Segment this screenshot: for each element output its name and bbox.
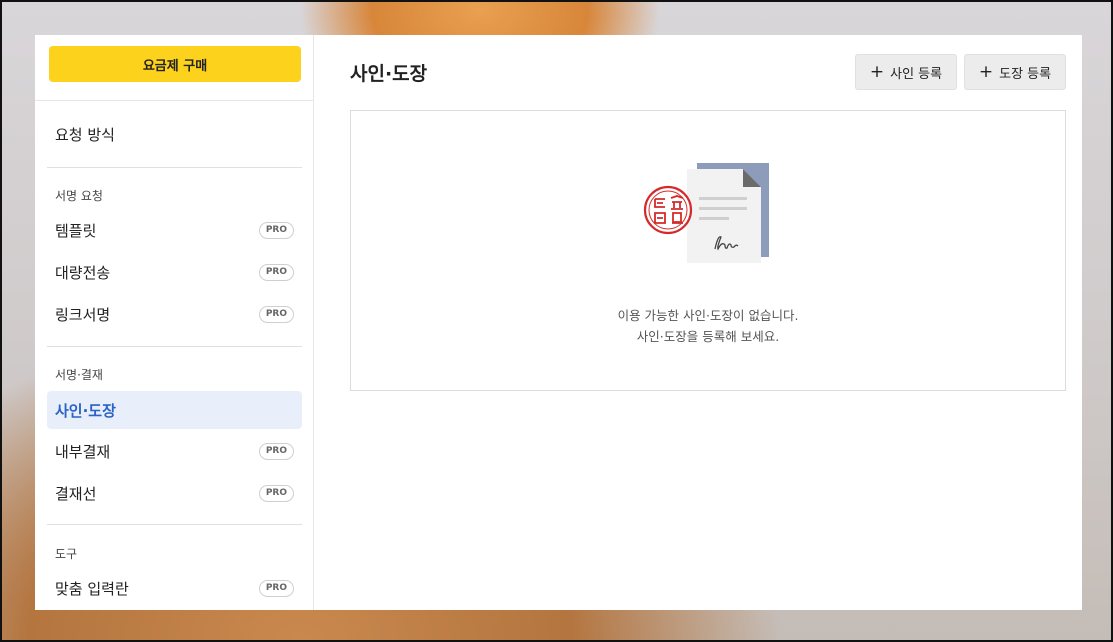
divider — [35, 100, 314, 101]
sidebar-item-label: 대량전송 — [55, 263, 111, 282]
sidebar-item-sign-stamp[interactable]: 사인·도장 — [47, 391, 302, 429]
pro-badge: PRO — [258, 305, 294, 323]
plus-icon: + — [869, 61, 885, 82]
sidebar-item-label: 요청 방식 — [55, 125, 115, 144]
pro-badge: PRO — [258, 263, 294, 281]
add-sign-label: 사인 등록 — [890, 66, 943, 82]
pro-badge: PRO — [258, 442, 294, 460]
sidebar-item-link-sign[interactable]: 링크서명 PRO — [47, 295, 302, 333]
sidebar-item-bulk-send[interactable]: 대량전송 PRO — [47, 253, 302, 291]
sidebar-item-internal-approval[interactable]: 내부결재 PRO — [47, 432, 302, 470]
pro-badge: PRO — [258, 579, 294, 597]
sidebar-item-label: 템플릿 — [55, 221, 97, 240]
empty-message-line1: 이용 가능한 사인·도장이 없습니다. — [617, 308, 799, 323]
sidebar-item-label: 링크서명 — [55, 305, 111, 324]
section-label-sign-request: 서명 요청 — [55, 189, 103, 203]
pro-badge: PRO — [258, 221, 294, 239]
sidebar: 요금제 구매 요청 방식 서명 요청 템플릿 PRO 대량전송 PRO 링크서명… — [35, 35, 314, 610]
empty-state-panel: 이용 가능한 사인·도장이 없습니다. 사인·도장을 등록해 보세요. — [350, 110, 1066, 391]
buy-plan-button[interactable]: 요금제 구매 — [49, 46, 301, 82]
section-label-sign-approval: 서명·결재 — [55, 368, 103, 382]
sidebar-item-request-method[interactable]: 요청 방식 — [47, 115, 302, 153]
divider — [47, 524, 302, 525]
pro-badge: PRO — [258, 484, 294, 502]
empty-message-line2: 사인·도장을 등록해 보세요. — [636, 329, 780, 344]
plus-icon: + — [978, 61, 994, 82]
sidebar-item-approval-line[interactable]: 결재선 PRO — [47, 474, 302, 512]
section-label-tools: 도구 — [55, 547, 78, 561]
sidebar-item-label: 사인·도장 — [55, 401, 116, 420]
add-sign-button[interactable]: + 사인 등록 — [855, 54, 957, 90]
app-window: 요금제 구매 요청 방식 서명 요청 템플릿 PRO 대량전송 PRO 링크서명… — [35, 35, 1082, 610]
sidebar-item-label: 내부결재 — [55, 442, 111, 461]
sidebar-item-custom-fields[interactable]: 맞춤 입력란 PRO — [47, 569, 302, 607]
sidebar-item-label: 맞춤 입력란 — [55, 579, 129, 598]
sign-stamp-illustration — [643, 163, 769, 263]
divider — [47, 346, 302, 347]
page-title: 사인·도장 — [350, 63, 428, 85]
add-stamp-label: 도장 등록 — [999, 66, 1052, 82]
sidebar-item-template[interactable]: 템플릿 PRO — [47, 211, 302, 249]
main-content: 사인·도장 + 사인 등록 + 도장 등록 이용 가능한 사인·도장이 없습니다… — [314, 35, 1082, 610]
sidebar-item-label: 결재선 — [55, 484, 97, 503]
add-stamp-button[interactable]: + 도장 등록 — [964, 54, 1066, 90]
divider — [47, 167, 302, 168]
